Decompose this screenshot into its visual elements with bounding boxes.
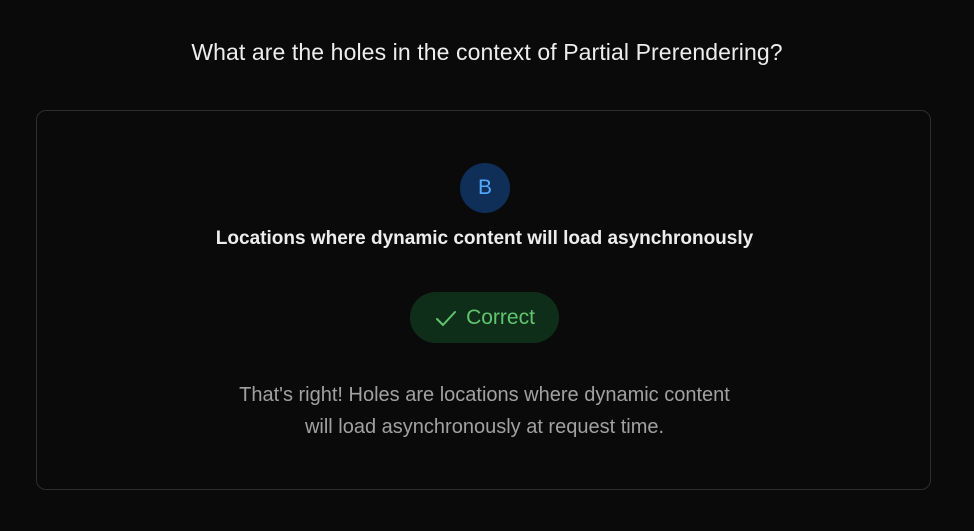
correct-badge: Correct [410, 292, 559, 343]
answer-card: B Locations where dynamic content will l… [36, 110, 931, 490]
explanation-text: That's right! Holes are locations where … [37, 379, 932, 443]
explanation-line-2: will load asynchronously at request time… [304, 416, 665, 438]
option-letter-badge: B [460, 163, 510, 213]
question-title: What are the holes in the context of Par… [191, 39, 783, 65]
selected-answer-text: Locations where dynamic content will loa… [215, 228, 754, 249]
explanation-line-1: That's right! Holes are locations where … [239, 384, 730, 406]
result-label: Correct [466, 305, 535, 329]
check-icon [436, 310, 457, 326]
